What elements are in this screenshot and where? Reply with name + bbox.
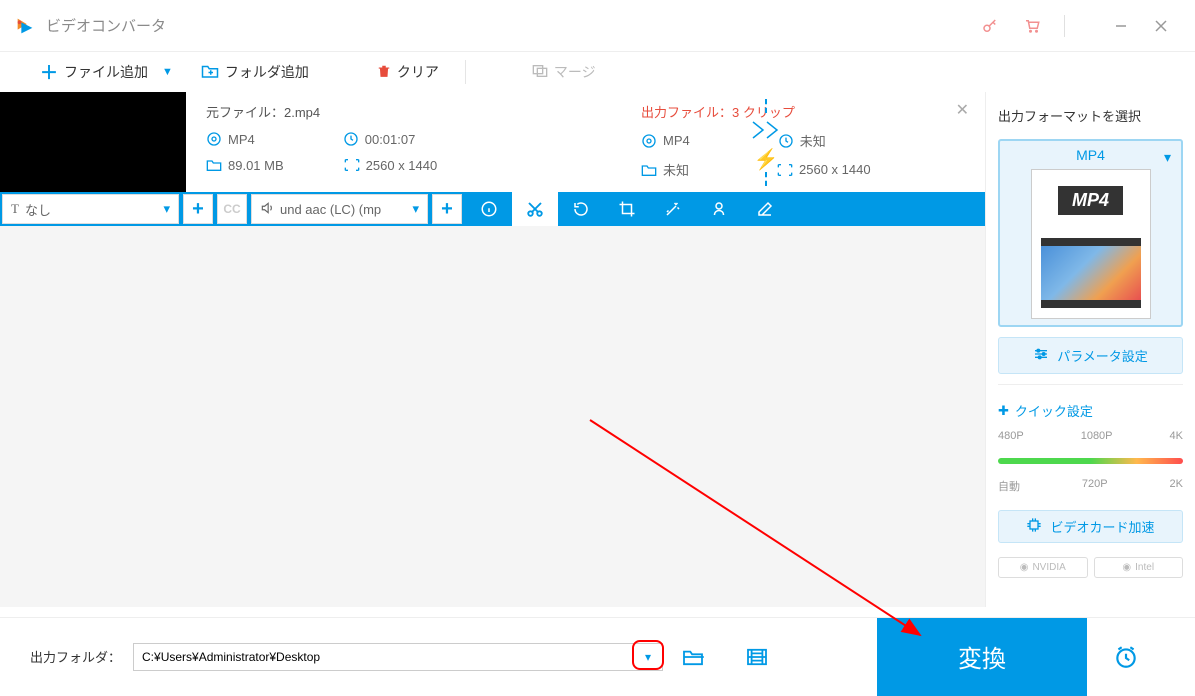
quality-480p: 480P <box>998 430 1024 442</box>
add-audio-button[interactable]: + <box>432 194 462 224</box>
convert-label: 変換 <box>958 639 1006 674</box>
crop-tool[interactable] <box>604 192 650 226</box>
intel-chip: ◉Intel <box>1094 557 1184 578</box>
subtitle-dropdown[interactable]: T なし ▾ <box>2 194 179 224</box>
clear-button[interactable]: クリア <box>367 58 449 86</box>
close-button[interactable] <box>1141 11 1181 41</box>
trash-icon <box>377 63 391 82</box>
resolution-icon <box>344 157 360 173</box>
quality-slider[interactable] <box>998 458 1183 464</box>
src-file-label: 元ファイル： <box>206 105 284 120</box>
audio-dropdown[interactable]: und aac (LC) (mp ▾ <box>251 194 428 224</box>
folder-plus-icon <box>201 63 219 82</box>
edit-tool[interactable] <box>742 192 788 226</box>
file-row[interactable]: 元ファイル：2.mp4 MP4 00:01:07 89.01 MB 2560 x… <box>0 92 985 192</box>
add-file-button[interactable]: ＋ ファイル追加 ▼ <box>30 55 183 89</box>
remove-file-button[interactable]: ✕ <box>956 100 969 120</box>
out-file-label: 出力ファイル： <box>641 105 732 120</box>
quality-4k: 4K <box>1170 430 1183 442</box>
film-folder-button[interactable] <box>745 645 769 669</box>
schedule-button[interactable] <box>1087 618 1165 696</box>
merge-icon <box>532 64 548 81</box>
bolt-icon: ⚡ <box>754 147 779 172</box>
format-icon <box>206 131 222 147</box>
chevron-down-icon: ▾ <box>163 201 170 217</box>
rotate-tool[interactable] <box>558 192 604 226</box>
format-preview: MP4 <box>1031 169 1151 319</box>
chip-icon <box>1026 517 1042 536</box>
add-file-label: ファイル追加 <box>64 62 148 82</box>
clear-label: クリア <box>397 62 439 82</box>
merge-button[interactable]: マージ <box>522 58 606 86</box>
convert-button[interactable]: 変換 <box>877 618 1087 696</box>
speaker-icon <box>260 201 274 218</box>
src-resolution: 2560 x 1440 <box>366 158 438 173</box>
nvidia-icon: ◉ <box>1020 562 1029 573</box>
plus-icon: ＋ <box>40 59 58 85</box>
out-resolution: 2560 x 1440 <box>799 162 871 177</box>
key-icon[interactable] <box>980 16 1000 36</box>
add-folder-button[interactable]: フォルダ追加 <box>191 58 319 86</box>
output-folder-label: 出力フォルダ： <box>30 647 121 666</box>
audio-value: und aac (LC) (mp <box>280 202 381 217</box>
cut-tool[interactable] <box>512 192 558 226</box>
quality-720p: 720P <box>1082 478 1108 494</box>
out-duration: 未知 <box>800 131 826 150</box>
mp4-badge: MP4 <box>1058 186 1123 215</box>
chevron-down-icon[interactable]: ▼ <box>162 66 173 78</box>
intel-icon: ◉ <box>1122 562 1131 573</box>
output-path-input[interactable]: C:¥Users¥Administrator¥Desktop ▾ <box>133 643 663 671</box>
quality-2k: 2K <box>1170 478 1183 494</box>
format-selector[interactable]: MP4 ▾ MP4 <box>998 139 1183 327</box>
param-label: パラメータ設定 <box>1057 346 1148 365</box>
effects-tool[interactable] <box>650 192 696 226</box>
out-size: 未知 <box>663 160 689 179</box>
merge-label: マージ <box>554 62 596 82</box>
src-file-name: 2.mp4 <box>284 105 320 120</box>
format-icon <box>641 133 657 149</box>
src-format: MP4 <box>228 132 255 147</box>
nvidia-chip: ◉NVIDIA <box>998 557 1088 578</box>
separator <box>465 60 466 84</box>
folder-icon <box>641 162 657 178</box>
quick-settings-title: ✚クイック設定 <box>998 401 1183 420</box>
cc-button[interactable]: CC <box>217 194 247 224</box>
divider <box>1064 15 1065 37</box>
out-format: MP4 <box>663 133 690 148</box>
folder-icon <box>206 157 222 173</box>
plus-icon: ✚ <box>998 403 1009 419</box>
sliders-icon <box>1033 347 1049 364</box>
text-icon: T <box>11 201 19 217</box>
subtitle-value: なし <box>25 200 51 219</box>
clock-icon <box>343 131 359 147</box>
src-duration: 00:01:07 <box>365 132 416 147</box>
output-format-title: 出力フォーマットを選択 <box>998 106 1183 125</box>
chevron-down-icon: ▾ <box>412 201 419 217</box>
src-size: 89.01 MB <box>228 158 284 173</box>
add-folder-label: フォルダ追加 <box>225 62 309 82</box>
gpu-accel-button[interactable]: ビデオカード加速 <box>998 510 1183 543</box>
parameter-settings-button[interactable]: パラメータ設定 <box>998 337 1183 374</box>
format-name: MP4 <box>1076 147 1105 163</box>
cart-icon[interactable] <box>1022 16 1042 36</box>
minimize-button[interactable] <box>1101 11 1141 41</box>
open-folder-button[interactable] <box>681 645 705 669</box>
dash-divider <box>765 172 767 186</box>
watermark-tool[interactable] <box>696 192 742 226</box>
dash-divider <box>765 99 767 113</box>
chevron-down-icon[interactable]: ▾ <box>1164 149 1171 166</box>
arrow-icon <box>751 113 781 147</box>
quality-auto: 自動 <box>998 478 1020 494</box>
output-path-value: C:¥Users¥Administrator¥Desktop <box>142 650 320 664</box>
add-subtitle-button[interactable]: + <box>183 194 213 224</box>
info-tool[interactable] <box>466 192 512 226</box>
gpu-label: ビデオカード加速 <box>1050 517 1154 536</box>
app-logo <box>14 15 36 37</box>
video-thumbnail[interactable] <box>0 92 186 192</box>
annotation-highlight <box>632 640 664 670</box>
quality-1080p: 1080P <box>1081 430 1113 442</box>
app-title: ビデオコンバータ <box>46 15 166 36</box>
